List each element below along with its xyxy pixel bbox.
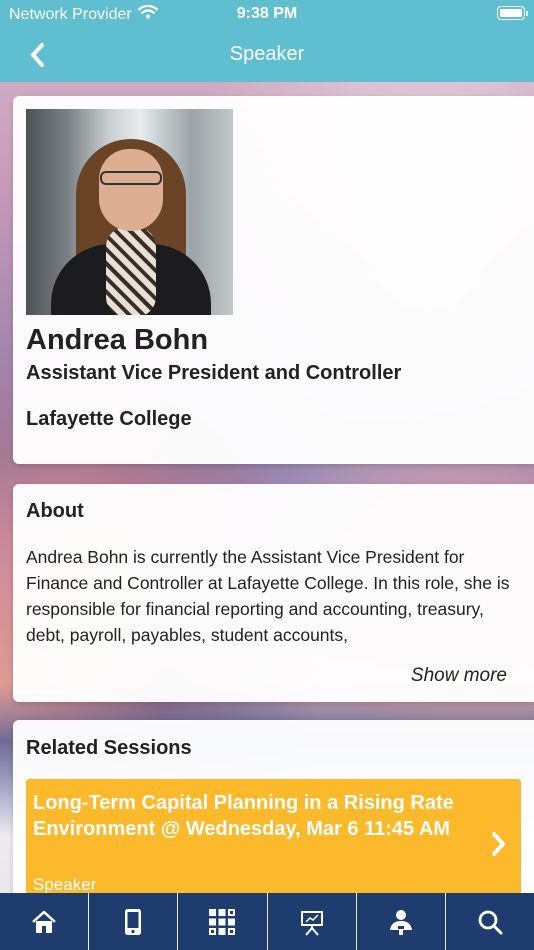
about-card: About Andrea Bohn is currently the Assis…: [13, 484, 534, 702]
session-title: Long-Term Capital Planning in a Rising R…: [33, 792, 454, 840]
speaker-name: Andrea Bohn: [26, 324, 209, 356]
tab-home[interactable]: [0, 893, 88, 950]
search-icon: [478, 910, 503, 934]
tab-bar: [0, 893, 534, 950]
session-role: Speaker: [33, 875, 97, 894]
about-text: Andrea Bohn is currently the Assistant V…: [26, 547, 510, 645]
speaker-person-icon: [389, 909, 412, 935]
mobile-device-icon: [125, 908, 142, 935]
tab-grid[interactable]: [177, 893, 266, 950]
speaker-job-title: Assistant Vice President and Controller: [26, 362, 402, 384]
related-sessions-heading: Related Sessions: [26, 737, 192, 759]
speaker-profile-card: Andrea Bohn Assistant Vice President and…: [13, 96, 534, 464]
grid-qr-icon: [209, 908, 236, 935]
speaker-organization: Lafayette College: [26, 408, 192, 430]
chevron-right-icon: [491, 831, 507, 862]
related-sessions-card: Related Sessions Long-Term Capital Plann…: [13, 720, 534, 920]
home-icon: [32, 910, 56, 933]
tab-presentations[interactable]: [266, 893, 356, 950]
speaker-photo: [26, 109, 233, 315]
tab-mobile[interactable]: [88, 893, 177, 950]
battery-icon: [497, 6, 528, 20]
presentation-board-icon: [300, 910, 323, 936]
about-heading: About: [26, 500, 84, 522]
page-title: Speaker: [229, 43, 305, 65]
status-time: 9:38 PM: [236, 5, 298, 22]
header: Network Provider 9:38 PM Speaker: [0, 0, 534, 82]
show-more-button[interactable]: Show more: [411, 665, 507, 687]
tab-search[interactable]: [444, 893, 534, 950]
tab-speakers[interactable]: [355, 893, 445, 950]
